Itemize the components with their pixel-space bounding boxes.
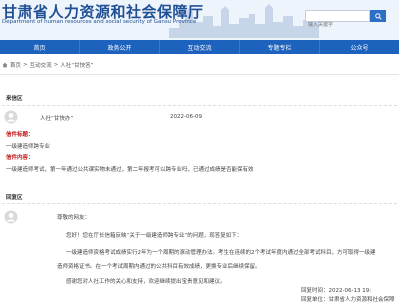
reply-paragraph-1: 您好！您在厅长信箱反映“关于一级建造师跨专业”的问题，现答复如下： <box>66 233 243 239</box>
letter-section-label: 来信区 <box>6 96 23 102</box>
reply-paragraph-3: 感谢您对人社工作的关心和支持，欢迎继续提出宝贵意见和建议。 <box>66 279 226 285</box>
nav-home[interactable]: 首页 <box>0 40 80 54</box>
site-subtitle: Department of human resources and social… <box>2 19 197 25</box>
letter-title: 一级建造师跨专业 <box>6 144 51 150</box>
reply-section-label: 回复区 <box>6 195 23 201</box>
breadcrumb-interaction[interactable]: 互动交流 <box>30 61 52 69</box>
search-input[interactable] <box>306 20 368 30</box>
nav-topics[interactable]: 专题专栏 <box>240 40 320 54</box>
breadcrumb: 首页 > 互动交流 > 人社“甘快答” <box>2 61 93 69</box>
letter-content-label: 信件内容： <box>6 155 34 161</box>
letter-sender: 人社“甘快办” <box>40 116 74 122</box>
nav-gov-affairs[interactable]: 政务公开 <box>80 40 160 54</box>
nav-interaction[interactable]: 互动交流 <box>160 40 240 54</box>
department-avatar-icon <box>4 210 18 224</box>
reply-greeting: 尊敬的网友： <box>57 215 91 221</box>
letter-date: 2022-06-09 <box>170 114 202 120</box>
user-avatar-icon <box>4 110 18 124</box>
home-icon <box>2 62 8 68</box>
reply-paragraph-2-cont: 造师资格证书。在一个考试周期内通过的公共科目有效成绩，更换专业后继续保留。 <box>57 264 261 270</box>
main-nav: 首页 政务公开 互动交流 专题专栏 公众号 <box>0 40 399 54</box>
reply-time: 回复时间：2022-06-13 19: <box>301 288 372 294</box>
reply-org: 回复单位：甘肃省人力资源和社会保障 <box>301 297 395 303</box>
search-field[interactable] <box>305 10 370 30</box>
letter-content: 一级建造师考试，第一年通过公共课实物未通过，第二年报考可以跨专业吗，已通过成绩是… <box>6 167 254 173</box>
divider <box>2 203 397 204</box>
divider <box>2 105 397 106</box>
letter-title-label: 信件标题： <box>6 132 34 138</box>
divider <box>0 74 399 75</box>
breadcrumb-home[interactable]: 首页 <box>10 61 21 69</box>
breadcrumb-current: 人社“甘快答” <box>60 63 94 69</box>
nav-public-account[interactable]: 公众号 <box>320 40 399 54</box>
search-button[interactable] <box>370 10 386 22</box>
search-icon <box>374 12 382 20</box>
reply-paragraph-2: 一级建造师资格考试成绩实行2年为一个周期的滚动管理办法。考生在连续的2个考试年度… <box>66 250 376 256</box>
site-header: 甘肃省人力资源和社会保障厅 Department of human resour… <box>0 0 399 40</box>
